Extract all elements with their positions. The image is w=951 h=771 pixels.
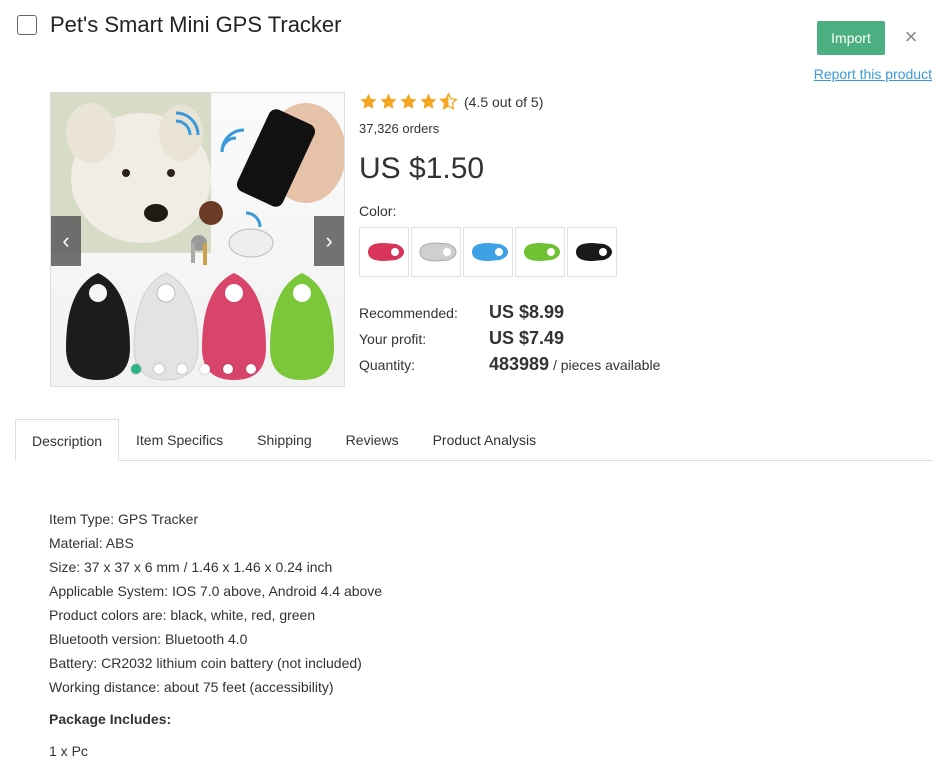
profit-value: US $7.49 <box>489 328 565 348</box>
description-line: Size: 37 x 37 x 6 mm / 1.46 x 1.46 x 0.2… <box>49 559 333 575</box>
description-line: Battery: CR2032 lithium coin battery (no… <box>49 655 362 671</box>
product-image-gallery: ‹ › <box>50 92 345 387</box>
description-line: Material: ABS <box>49 535 134 551</box>
description-content: Item Type: GPS Tracker Material: ABS Siz… <box>49 507 382 763</box>
recommended-label: Recommended: <box>359 305 458 321</box>
close-icon[interactable]: × <box>901 26 921 48</box>
star-full-icon <box>380 93 397 109</box>
color-swatches <box>359 227 617 277</box>
orders-count: 37,326 orders <box>359 121 440 136</box>
gallery-next-button[interactable]: › <box>314 216 344 266</box>
color-swatch-green[interactable] <box>515 227 565 277</box>
tab-description[interactable]: Description <box>15 419 120 461</box>
profit-label: Your profit: <box>359 331 427 347</box>
rating: (4.5 out of 5) <box>359 92 543 111</box>
color-swatch-white[interactable] <box>411 227 461 277</box>
gallery-dot[interactable] <box>246 364 256 374</box>
star-half-icon <box>439 92 458 110</box>
package-heading: Package Includes: <box>49 711 172 727</box>
package-item: 1 x Pc <box>49 743 88 759</box>
color-swatch-blue[interactable] <box>463 227 513 277</box>
gallery-dots <box>131 364 256 374</box>
gallery-dot[interactable] <box>131 364 141 374</box>
star-full-icon <box>400 93 417 109</box>
quantity-number: 483989 <box>489 354 550 374</box>
quantity-suffix: / pieces available <box>549 357 661 373</box>
description-line: Applicable System: IOS 7.0 above, Androi… <box>49 583 383 599</box>
color-label: Color: <box>359 203 397 219</box>
description-line: Working distance: about 75 feet (accessi… <box>49 679 334 695</box>
tab-product-analysis[interactable]: Product Analysis <box>416 419 554 461</box>
color-swatch-red[interactable] <box>359 227 409 277</box>
recommended-price: US $8.99 <box>489 302 565 322</box>
rating-text: (4.5 out of 5) <box>464 93 544 110</box>
gallery-prev-button[interactable]: ‹ <box>51 216 81 266</box>
import-button[interactable]: Import <box>817 21 885 55</box>
color-swatch-black[interactable] <box>567 227 617 277</box>
product-title: Pet's Smart Mini GPS Tracker <box>50 12 342 37</box>
quantity-value: 483989 / pieces available <box>489 354 660 375</box>
select-product-checkbox[interactable] <box>17 15 37 35</box>
report-product-link[interactable]: Report this product <box>814 66 932 82</box>
tab-item-specifics[interactable]: Item Specifics <box>119 419 240 461</box>
product-price: US $1.50 <box>359 152 485 185</box>
gallery-dot[interactable] <box>177 364 187 374</box>
tab-reviews[interactable]: Reviews <box>329 419 416 461</box>
description-line: Item Type: GPS Tracker <box>49 511 199 527</box>
description-line: Bluetooth version: Bluetooth 4.0 <box>49 631 248 647</box>
star-full-icon <box>360 93 377 109</box>
description-line: Product colors are: black, white, red, g… <box>49 607 316 623</box>
product-image <box>51 93 344 381</box>
star-full-icon <box>420 93 437 109</box>
gallery-dot[interactable] <box>223 364 233 374</box>
tab-shipping[interactable]: Shipping <box>240 419 329 461</box>
rating-stars <box>359 92 458 111</box>
gallery-dot[interactable] <box>200 364 210 374</box>
gallery-dot[interactable] <box>154 364 164 374</box>
product-tabs: Description Item Specifics Shipping Revi… <box>15 419 933 461</box>
quantity-label: Quantity: <box>359 357 416 373</box>
